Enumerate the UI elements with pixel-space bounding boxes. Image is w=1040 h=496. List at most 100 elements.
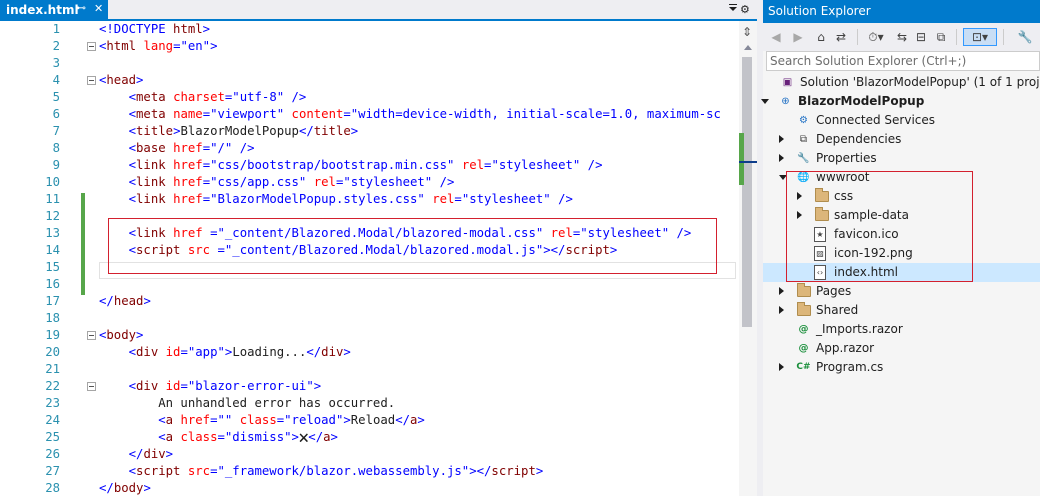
folder-icon — [797, 302, 811, 316]
tab-overflow-icon[interactable] — [726, 2, 740, 16]
pending-changes-filter-icon[interactable]: ⏱▾ — [863, 28, 889, 46]
code-token: /> — [580, 158, 603, 172]
tree-item[interactable]: 🔧 Properties — [763, 149, 1040, 168]
code-line[interactable]: 6 <meta name="viewport" content="width=d… — [0, 106, 739, 123]
razor-file-icon: @ — [798, 324, 809, 335]
collapsed-arrow-icon[interactable] — [779, 306, 784, 314]
line-number: 28 — [45, 481, 60, 495]
split-icon[interactable]: ⇕ — [742, 25, 752, 39]
code-line[interactable]: 17 </head> — [0, 293, 739, 310]
preview-selected-icon[interactable]: ⊡▾ — [963, 28, 997, 46]
home-icon[interactable]: ⌂ — [813, 28, 829, 46]
code-line[interactable]: 8 <base href="/" /> — [0, 140, 739, 157]
search-box[interactable] — [766, 51, 1040, 71]
close-icon[interactable]: ✕ — [94, 2, 103, 15]
tree-item[interactable]: Shared — [763, 301, 1040, 320]
code-line[interactable]: 24 <a href="" class="reload">Reload</a> — [0, 412, 739, 429]
sync-icon[interactable]: ⇆ — [895, 28, 909, 46]
collapse-icon[interactable] — [87, 331, 96, 340]
code-token: link — [136, 158, 174, 172]
code-line[interactable]: 28 </body> — [0, 480, 739, 496]
tree-item[interactable]: C# Program.cs — [763, 358, 1040, 377]
collapse-icon[interactable] — [87, 382, 96, 391]
collapse-all-icon[interactable]: ⊟ — [913, 28, 929, 46]
tree-item[interactable]: @ _Imports.razor — [763, 320, 1040, 339]
code-line[interactable]: 1 <!DOCTYPE html> — [0, 21, 739, 38]
code-line[interactable]: 21 — [0, 361, 739, 378]
collapsed-arrow-icon[interactable] — [779, 154, 784, 162]
line-number: 27 — [45, 464, 60, 478]
code-token: rel — [313, 175, 336, 189]
code-token: < — [128, 124, 137, 138]
code-text: <div id="app">Loading...</div> — [99, 344, 351, 361]
code-line[interactable]: 25 <a class="dismiss">🗙</a> — [0, 429, 739, 446]
tree-item[interactable]: @ App.razor — [763, 339, 1040, 358]
tree-item[interactable]: ⧉ Dependencies — [763, 130, 1040, 149]
code-line[interactable]: 23 An unhandled error has occurred. — [0, 395, 739, 412]
collapsed-arrow-icon[interactable] — [779, 135, 784, 143]
collapsed-arrow-icon[interactable] — [779, 287, 784, 295]
code-token: = — [202, 175, 211, 189]
expanded-arrow-icon[interactable] — [761, 99, 769, 104]
code-line[interactable]: 10 <link href="css/app.css" rel="stylesh… — [0, 174, 739, 191]
code-line[interactable]: 19 <body> — [0, 327, 739, 344]
code-token: rel — [432, 192, 455, 206]
search-input[interactable] — [767, 52, 1039, 70]
folder-icon — [797, 283, 811, 297]
scroll-up-icon[interactable] — [744, 45, 752, 50]
vs-switch-views-icon[interactable]: ⇄ — [833, 28, 849, 46]
code-token: = — [202, 192, 211, 206]
collapse-icon[interactable] — [87, 42, 96, 51]
code-token: > — [136, 328, 144, 342]
code-line[interactable]: 2 <html lang="en"> — [0, 38, 739, 55]
line-number: 24 — [45, 413, 60, 427]
code-token: "css/app.css" — [210, 175, 307, 189]
code-line[interactable]: 9 <link href="css/bootstrap/bootstrap.mi… — [0, 157, 739, 174]
tree-item[interactable]: ⚙ Connected Services — [763, 111, 1040, 130]
code-token: An unhandled error has occurred. — [99, 396, 396, 410]
collapse-icon[interactable] — [87, 76, 96, 85]
code-token: head — [113, 294, 144, 308]
solution-tree[interactable]: ▣ Solution 'BlazorModelPopup' (1 of 1 pro… — [761, 73, 1040, 496]
code-line[interactable]: 3 — [0, 55, 739, 72]
code-token: > — [330, 430, 338, 444]
forward-icon[interactable]: ▶ — [791, 28, 805, 46]
code-token: a — [165, 430, 181, 444]
code-line[interactable]: 22 <div id="blazor-error-ui"> — [0, 378, 739, 395]
show-all-files-icon[interactable]: ⧉ — [933, 28, 949, 46]
code-text: </div> — [99, 446, 173, 463]
code-line[interactable]: 20 <div id="app">Loading...</div> — [0, 344, 739, 361]
code-token: href — [173, 158, 203, 172]
tree-item[interactable]: ▣ Solution 'BlazorModelPopup' (1 of 1 pro… — [763, 73, 1040, 92]
code-line[interactable]: 4 <head> — [0, 72, 739, 89]
connected-services-icon: ⚙ — [799, 115, 808, 126]
code-line[interactable]: 5 <meta charset="utf-8" /> — [0, 89, 739, 106]
code-token: < — [128, 345, 137, 359]
tab-index-html[interactable]: index.html ⊷ ✕ — [0, 0, 108, 19]
code-line[interactable]: 26 </div> — [0, 446, 739, 463]
line-number: 8 — [52, 141, 60, 155]
code-line[interactable]: 11 <link href="BlazorModelPopup.styles.c… — [0, 191, 739, 208]
back-icon[interactable]: ◀ — [769, 28, 783, 46]
code-token: meta — [136, 90, 174, 104]
code-line[interactable]: 18 — [0, 310, 739, 327]
code-token: "en" — [180, 39, 211, 53]
code-token: < — [128, 192, 137, 206]
tree-item[interactable]: Pages — [763, 282, 1040, 301]
collapsed-arrow-icon[interactable] — [779, 363, 784, 371]
vertical-scrollbar[interactable]: ⇕ — [739, 21, 757, 496]
pin-icon[interactable]: ⊷ — [76, 3, 86, 14]
code-line[interactable]: 16 — [0, 276, 739, 293]
code-token: href — [173, 141, 203, 155]
code-text: <head> — [99, 72, 143, 89]
code-line[interactable]: 7 <title>BlazorModelPopup</title> — [0, 123, 739, 140]
code-token: > — [210, 39, 218, 53]
code-line[interactable]: 27 <script src="_framework/blazor.webass… — [0, 463, 739, 480]
tree-item[interactable]: ⊕ BlazorModelPopup — [761, 92, 1040, 111]
scrollbar-thumb[interactable] — [742, 57, 752, 327]
gear-icon[interactable]: ⚙ — [740, 3, 750, 16]
solution-icon: ▣ — [782, 77, 793, 88]
properties-wrench-icon[interactable]: 🔧 — [1017, 28, 1033, 46]
